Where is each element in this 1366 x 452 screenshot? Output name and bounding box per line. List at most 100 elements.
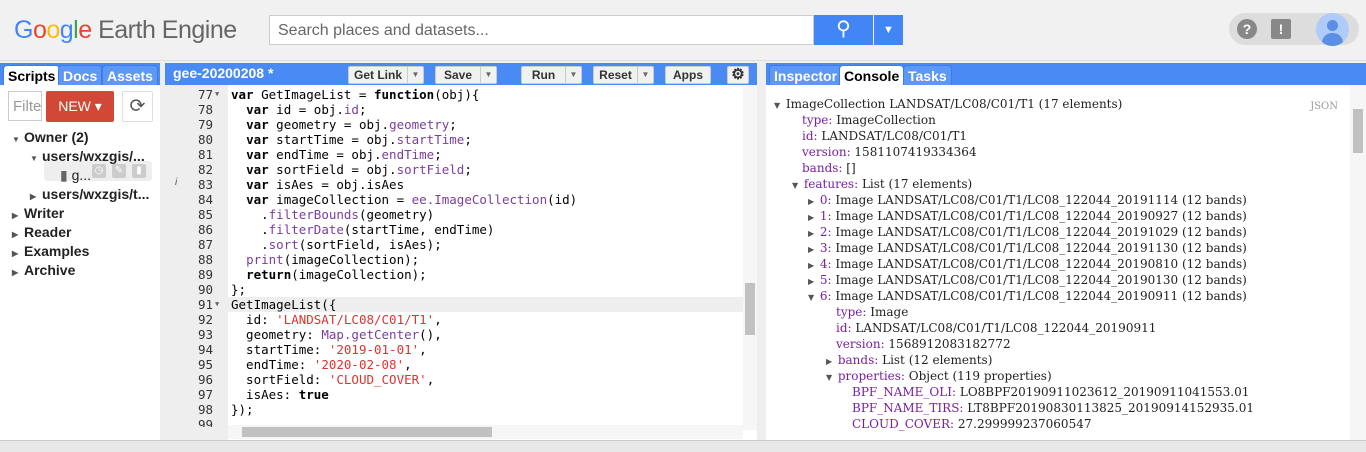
tree-item-label: Reader: [24, 224, 72, 240]
line-number: 87: [197, 237, 213, 252]
console-row[interactable]: ▶ 0: Image LANDSAT/LC08/C01/T1/LC08_1220…: [808, 192, 1247, 208]
console-key: bands:: [802, 161, 843, 175]
tree-item[interactable]: ▶ Writer: [12, 204, 64, 223]
code-area[interactable]: 77 ▼ var GetImageList = function(obj){78 v…: [165, 87, 743, 427]
code-token: function: [374, 87, 435, 102]
code-line[interactable]: 80 var startTime = obj.startTime;: [165, 132, 743, 147]
console-row[interactable]: ▶ bands: List (12 elements): [826, 352, 992, 368]
tab-scripts[interactable]: Scripts: [3, 65, 61, 85]
code-line[interactable]: 88 print(imageCollection);: [165, 252, 743, 267]
code-text: id: 'LANDSAT/LC08/C01/T1',: [231, 312, 442, 327]
tab-console[interactable]: Console: [839, 65, 905, 85]
console-row: BPF_NAME_TIRS: LT8BPF20190830113825_2019…: [852, 400, 1254, 416]
expand-down-icon[interactable]: ▼: [792, 178, 800, 194]
tree-item[interactable]: ▶ Reader: [12, 223, 71, 242]
search-button[interactable]: ⚲: [814, 15, 873, 45]
code-line[interactable]: 91 ▼ GetImageList({: [165, 297, 743, 312]
console-value: List (12 elements): [878, 353, 993, 367]
code-line[interactable]: 89 return(imageCollection);: [165, 267, 743, 282]
code-line[interactable]: 94 startTime: '2019-01-01',: [165, 342, 743, 357]
code-token: var: [231, 87, 254, 102]
apps-button[interactable]: Apps: [665, 66, 711, 84]
expand-down-icon[interactable]: ▼: [808, 290, 816, 306]
console-row[interactable]: ▶ 1: Image LANDSAT/LC08/C01/T1/LC08_1220…: [808, 208, 1247, 224]
code-line[interactable]: 86 .filterDate(startTime, endTime): [165, 222, 743, 237]
console-scrollbar[interactable]: [1350, 85, 1366, 452]
tab-docs[interactable]: Docs: [58, 65, 103, 85]
get-link-button[interactable]: Get Link ▼: [348, 66, 424, 84]
tree-item[interactable]: ▮ g...: [60, 166, 91, 185]
console-row[interactable]: ▼ features: List (17 elements): [792, 176, 972, 192]
code-token: 'LANDSAT/LC08/C01/T1': [276, 312, 435, 327]
caret-down-icon[interactable]: ▼: [30, 149, 42, 168]
code-line[interactable]: 87 .sort(sortField, isAes);: [165, 237, 743, 252]
code-line[interactable]: 84 var imageCollection = ee.ImageCollect…: [165, 192, 743, 207]
editor-vertical-scrollbar[interactable]: [743, 85, 757, 430]
caret-right-icon[interactable]: ▶: [12, 263, 24, 282]
history-icon[interactable]: ◷: [92, 164, 106, 178]
caret-down-icon[interactable]: ▼: [12, 130, 24, 149]
code-line[interactable]: 85 .filterBounds(geometry): [165, 207, 743, 222]
fold-arrow-icon[interactable]: ▼: [215, 87, 219, 102]
code-line[interactable]: 96 sortField: 'CLOUD_COVER',: [165, 372, 743, 387]
reset-button[interactable]: Reset ▼: [593, 66, 654, 84]
expand-down-icon[interactable]: ▼: [774, 98, 782, 114]
code-line[interactable]: 95 endTime: '2020-02-08',: [165, 357, 743, 372]
console-row[interactable]: ▶ 3: Image LANDSAT/LC08/C01/T1/LC08_1220…: [808, 240, 1247, 256]
tree-item[interactable]: ▶ Archive: [12, 261, 75, 280]
console-key: version:: [802, 145, 851, 159]
code-token: (imageCollection);: [283, 252, 420, 267]
tree-item[interactable]: ▶ Examples: [12, 242, 89, 261]
console-row[interactable]: ▶ 5: Image LANDSAT/LC08/C01/T1/LC08_1220…: [808, 272, 1247, 288]
code-line[interactable]: 79 var geometry = obj.geometry;: [165, 117, 743, 132]
code-line[interactable]: 83 var isAes = obj.isAes: [165, 177, 743, 192]
new-button[interactable]: NEW ▾: [46, 91, 114, 122]
search-options-dropdown[interactable]: ▼: [874, 15, 903, 45]
tab-tasks[interactable]: Tasks: [903, 65, 952, 85]
code-line[interactable]: 82 var sortField = obj.sortField;: [165, 162, 743, 177]
console-row[interactable]: ▶ 4: Image LANDSAT/LC08/C01/T1/LC08_1220…: [808, 256, 1247, 272]
help-icon[interactable]: ?: [1237, 19, 1257, 39]
console-row[interactable]: ▼ ImageCollection LANDSAT/LC08/C01/T1 (1…: [774, 96, 1122, 112]
code-line[interactable]: 97 isAes: true: [165, 387, 743, 402]
console-key: id:: [802, 129, 818, 143]
code-line[interactable]: 98});: [165, 402, 743, 417]
edit-icon[interactable]: ✎: [112, 164, 126, 178]
code-token: sort: [268, 237, 299, 252]
code-line[interactable]: 78 var id = obj.id;: [165, 102, 743, 117]
settings-gear-icon[interactable]: ⚙: [727, 66, 749, 84]
line-number: 90: [197, 282, 213, 297]
code-line[interactable]: 93 geometry: Map.getCenter(),: [165, 327, 743, 342]
console-row[interactable]: ▼ 6: Image LANDSAT/LC08/C01/T1/LC08_1220…: [808, 288, 1247, 304]
search-input[interactable]: Search places and datasets...: [269, 15, 814, 45]
console-row[interactable]: ▼ properties: Object (119 properties): [826, 368, 1052, 384]
code-text: var imageCollection = ee.ImageCollection…: [231, 192, 577, 207]
script-filter-input[interactable]: Filter: [8, 91, 42, 121]
expand-down-icon[interactable]: ▼: [826, 370, 834, 386]
tree-item[interactable]: ▼ Owner (2): [12, 128, 89, 147]
run-button[interactable]: Run ▼: [521, 66, 582, 84]
google-earth-engine-logo[interactable]: Google Earth Engine: [14, 16, 237, 45]
avatar[interactable]: [1316, 13, 1349, 46]
tab-inspector[interactable]: Inspector: [769, 65, 843, 85]
save-button[interactable]: Save ▼: [435, 66, 497, 84]
console-key: features:: [803, 177, 859, 191]
console-row[interactable]: ▶ 2: Image LANDSAT/LC08/C01/T1/LC08_1220…: [808, 224, 1247, 240]
code-line[interactable]: 90};: [165, 282, 743, 297]
delete-icon[interactable]: ▮: [132, 164, 146, 178]
tree-item[interactable]: ▼ users/wxzgis/...: [30, 147, 145, 166]
tab-assets[interactable]: Assets: [102, 65, 158, 85]
feedback-icon[interactable]: !: [1271, 19, 1291, 39]
tree-item[interactable]: ▶ users/wxzgis/t...: [30, 185, 149, 204]
code-token: isAes:: [231, 387, 299, 402]
editor-horizontal-scrollbar[interactable]: [228, 425, 743, 439]
refresh-icon[interactable]: ⟳: [122, 91, 153, 122]
right-splitter[interactable]: [757, 63, 766, 452]
json-link[interactable]: JSON: [1310, 101, 1338, 112]
code-line[interactable]: 92 id: 'LANDSAT/LC08/C01/T1',: [165, 312, 743, 327]
code-text: var GetImageList = function(obj){: [231, 87, 479, 102]
code-token: var: [246, 132, 269, 147]
code-line[interactable]: 81 var endTime = obj.endTime;: [165, 147, 743, 162]
code-line[interactable]: 77 ▼ var GetImageList = function(obj){: [165, 87, 743, 102]
fold-arrow-icon[interactable]: ▼: [215, 297, 219, 312]
